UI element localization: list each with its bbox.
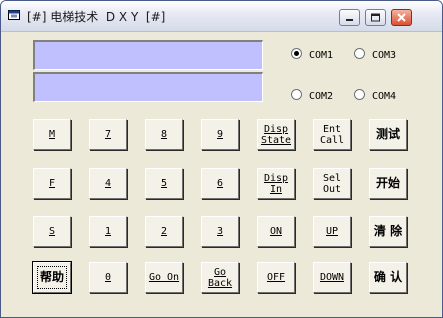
window-title: [#] 电梯技术 D X Y [#] [27,10,166,24]
radio-com2[interactable]: COM2 [291,89,333,103]
display-line-1 [33,40,263,70]
on-button[interactable]: ON [257,216,295,247]
radio-label: COM4 [372,91,397,102]
up-button[interactable]: UP [313,216,351,247]
disp-state-button[interactable]: Disp State [257,119,295,150]
key-8[interactable]: 8 [145,119,183,150]
radio-dot [291,48,302,59]
maximize-icon [371,13,380,22]
key-9[interactable]: 9 [201,119,239,150]
key-5[interactable]: 5 [145,168,183,199]
close-icon [397,13,406,22]
sel-out-button[interactable]: Sel Out [313,168,351,199]
off-button[interactable]: OFF [257,262,295,293]
down-button[interactable]: DOWN [313,262,351,293]
key-1[interactable]: 1 [89,216,127,247]
key-4[interactable]: 4 [89,168,127,199]
minimize-button[interactable] [339,9,360,26]
display-line-2 [33,72,263,102]
ent-call-button[interactable]: Ent Call [313,119,351,150]
close-button[interactable] [391,9,412,26]
key-f[interactable]: F [33,168,71,199]
help-button[interactable]: 帮助 [32,261,72,294]
key-3[interactable]: 3 [201,216,239,247]
confirm-button[interactable]: 确 认 [369,262,407,293]
radio-com4[interactable]: COM4 [354,89,396,103]
maximize-button[interactable] [365,9,386,26]
key-0[interactable]: 0 [89,262,127,293]
minimize-icon [346,19,353,21]
radio-com3[interactable]: COM3 [354,48,396,62]
disp-in-button[interactable]: Disp In [257,168,295,199]
radio-dot [291,89,302,100]
radio-dot [354,89,365,100]
title-bar[interactable]: [#] 电梯技术 D X Y [#] [1,1,442,32]
client-area: COM1 COM3 COM2 COM4 M 7 8 9 Disp State E… [1,32,442,317]
radio-label: COM2 [309,91,334,102]
go-on-button[interactable]: Go On [145,262,183,293]
app-icon [8,10,20,20]
radio-label: COM1 [309,50,334,61]
clear-button[interactable]: 清 除 [369,216,407,247]
test-button[interactable]: 测试 [369,119,407,150]
key-6[interactable]: 6 [201,168,239,199]
key-s[interactable]: S [33,216,71,247]
radio-dot [354,48,365,59]
start-button[interactable]: 开始 [369,168,407,199]
radio-label: COM3 [372,50,397,61]
key-7[interactable]: 7 [89,119,127,150]
radio-com1[interactable]: COM1 [291,48,333,62]
go-back-button[interactable]: Go Back [201,262,239,293]
app-window: [#] 电梯技术 D X Y [#] COM1 COM3 COM2 COM4 M… [0,0,443,318]
key-m[interactable]: M [33,119,71,150]
key-2[interactable]: 2 [145,216,183,247]
